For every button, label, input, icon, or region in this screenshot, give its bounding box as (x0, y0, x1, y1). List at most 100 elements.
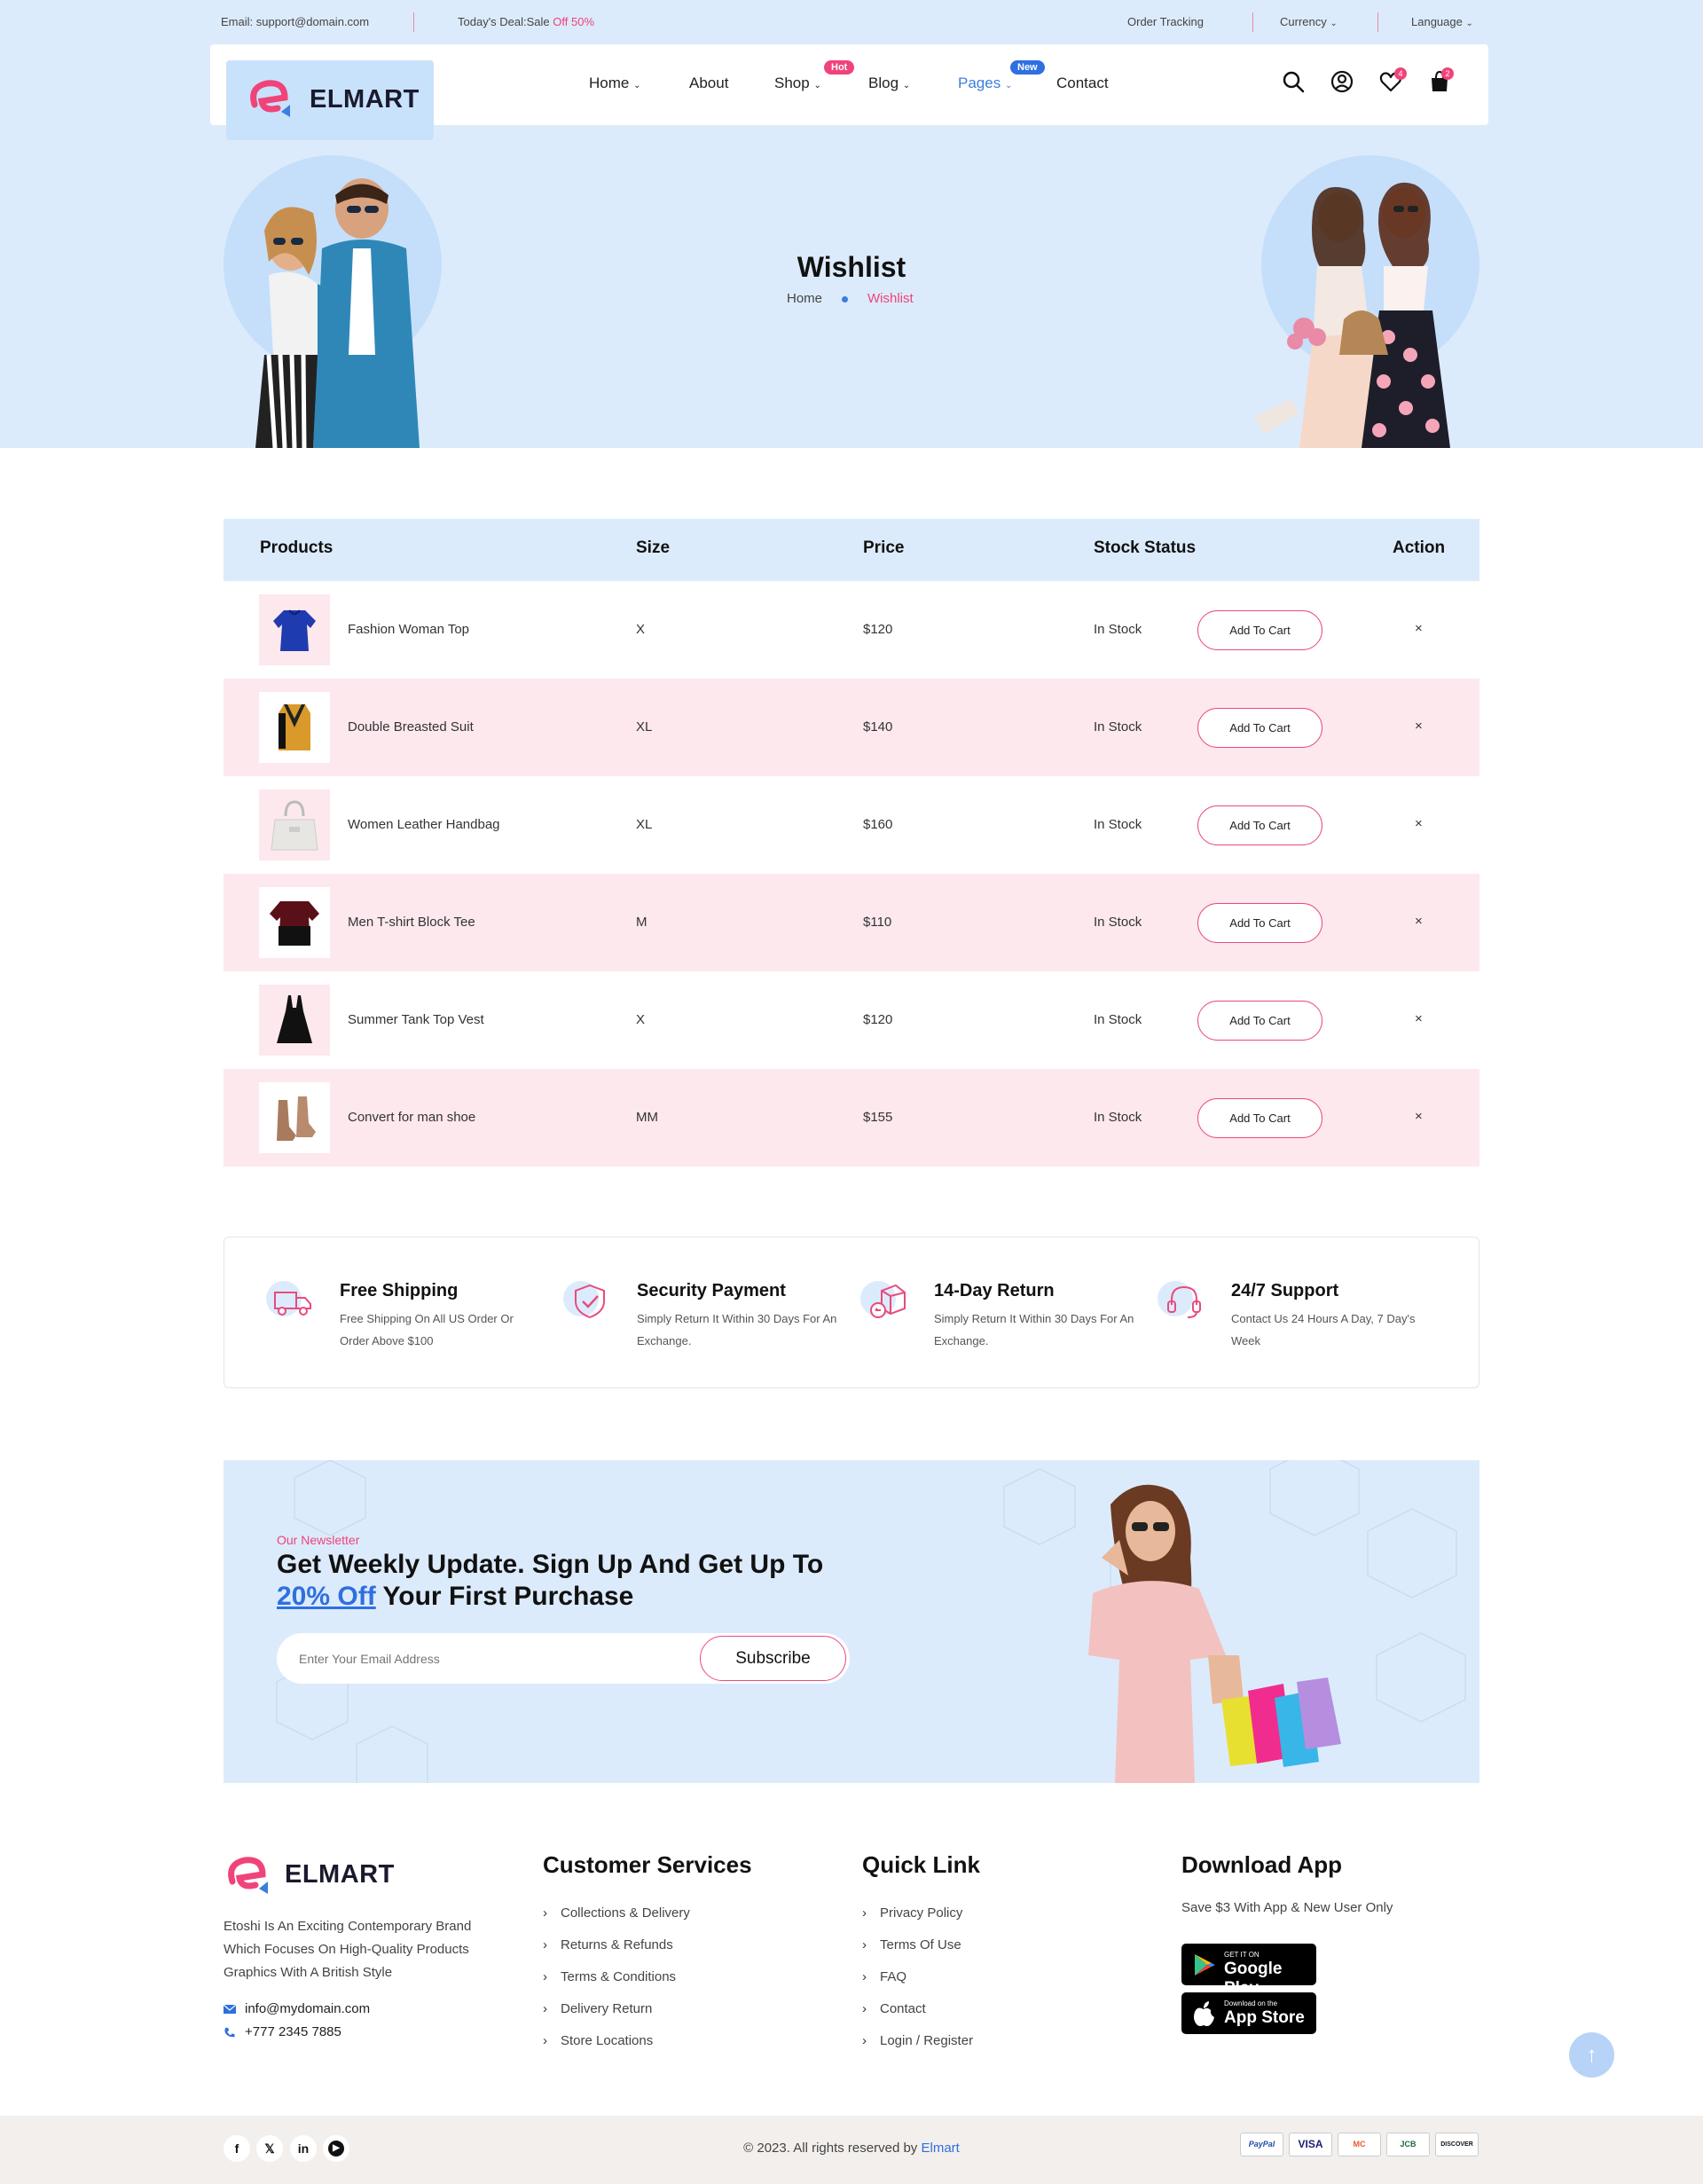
product-size: MM (636, 1110, 658, 1125)
product-price: $120 (863, 622, 893, 637)
product-thumbnail[interactable] (259, 594, 330, 665)
product-price: $120 (863, 1012, 893, 1027)
product-size: XL (636, 719, 653, 735)
customer-services-heading: Customer Services (543, 1851, 752, 1878)
feature-desc: Contact Us 24 Hours A Day, 7 Day's Week (1231, 1312, 1416, 1347)
product-name[interactable]: Convert for man shoe (348, 1110, 475, 1125)
nav-contact[interactable]: Contact (1056, 75, 1109, 92)
user-icon[interactable] (1330, 69, 1354, 94)
nav-blog[interactable]: Blog ⌄ (868, 75, 910, 92)
product-thumbnail[interactable] (259, 1082, 330, 1153)
product-thumbnail[interactable] (259, 790, 330, 860)
nav-about[interactable]: About (689, 75, 728, 92)
col-action: Action (1393, 538, 1446, 557)
stock-status: In Stock (1094, 915, 1142, 930)
add-to-cart-button[interactable]: Add To Cart (1197, 708, 1322, 748)
page-title: Wishlist (797, 251, 906, 283)
product-price: $140 (863, 719, 893, 735)
footer-link-privacy[interactable]: › Privacy Policy (862, 1905, 962, 1921)
footer-phone[interactable]: +777 2345 7885 (224, 2024, 341, 2039)
truck-icon (274, 1292, 311, 1316)
footer-link-returns[interactable]: › Returns & Refunds (543, 1937, 673, 1952)
hero-couple-image (255, 178, 420, 448)
add-to-cart-button[interactable]: Add To Cart (1197, 805, 1322, 845)
footer-link-terms-of-use[interactable]: › Terms Of Use (862, 1937, 961, 1952)
chevron-down-icon: ⌄ (902, 81, 911, 90)
app-store-button[interactable]: Download on the App Store (1181, 1992, 1316, 2034)
hot-badge: Hot (824, 60, 855, 75)
footer-link-contact[interactable]: › Contact (862, 2001, 926, 2016)
product-name[interactable]: Double Breasted Suit (348, 719, 474, 735)
product-thumbnail[interactable] (259, 692, 330, 763)
scroll-to-top-button[interactable]: ↑ (1569, 2032, 1614, 2078)
nav-home[interactable]: Home ⌄ (589, 75, 640, 92)
footer-about: Etoshi Is An Exciting Contemporary Brand… (224, 1919, 472, 1980)
mastercard-icon: MC (1338, 2133, 1381, 2157)
quick-link-heading: Quick Link (862, 1851, 980, 1878)
divider (413, 12, 414, 32)
stock-status: In Stock (1094, 622, 1142, 637)
chevron-right-icon: › (862, 1969, 867, 1984)
footer-link-delivery-return[interactable]: › Delivery Return (543, 2001, 652, 2016)
add-to-cart-button[interactable]: Add To Cart (1197, 1098, 1322, 1138)
currency-dropdown[interactable]: Currency ⌄ (1280, 15, 1338, 28)
order-tracking-link[interactable]: Order Tracking (1127, 15, 1204, 28)
product-name[interactable]: Men T-shirt Block Tee (348, 915, 475, 930)
phone-icon (224, 2027, 235, 2037)
search-icon[interactable] (1281, 69, 1306, 94)
footer-link-store-locations[interactable]: › Store Locations (543, 2033, 653, 2048)
language-dropdown[interactable]: Language ⌄ (1411, 15, 1473, 28)
nav-pages[interactable]: Pages ⌄ (958, 75, 1012, 92)
visa-icon: VISA (1289, 2133, 1332, 2157)
footer-link-faq[interactable]: › FAQ (862, 1969, 906, 1984)
product-thumbnail[interactable] (259, 887, 330, 958)
remove-icon[interactable]: × (1415, 816, 1423, 831)
footer-logo-text[interactable]: ELMART (285, 1860, 395, 1889)
feature-title: 14-Day Return (934, 1281, 1055, 1300)
feature-title: Free Shipping (340, 1281, 459, 1300)
handbag-image (271, 800, 318, 851)
breadcrumb-home[interactable]: Home (787, 291, 822, 306)
jcb-icon: JCB (1386, 2133, 1430, 2157)
tank-top-image (277, 995, 312, 1043)
wishlist-table-header (224, 519, 1479, 581)
headset-icon (1167, 1285, 1201, 1318)
copyright-brand-link[interactable]: Elmart (921, 2141, 959, 2156)
product-thumbnail[interactable] (259, 985, 330, 1056)
table-row: Convert for man shoe MM $155 In Stock Ad… (224, 1069, 1479, 1167)
chevron-right-icon: › (862, 2033, 867, 2048)
product-name[interactable]: Women Leather Handbag (348, 817, 500, 832)
product-price: $160 (863, 817, 893, 832)
footer-link-collections[interactable]: › Collections & Delivery (543, 1905, 690, 1921)
nav-shop[interactable]: Shop ⌄ (774, 75, 821, 92)
subscribe-button[interactable]: Subscribe (700, 1636, 846, 1681)
google-play-icon (1195, 1954, 1215, 1976)
table-row: Women Leather Handbag XL $160 In Stock A… (224, 776, 1479, 874)
discover-icon: DISCOVER (1435, 2133, 1479, 2157)
product-price: $110 (863, 915, 892, 930)
divider (1252, 12, 1253, 32)
stock-status: In Stock (1094, 719, 1142, 735)
top-bar: Email: support@domain.com Today's Deal:S… (0, 0, 1703, 44)
product-name[interactable]: Fashion Woman Top (348, 622, 469, 637)
remove-icon[interactable]: × (1415, 914, 1423, 929)
newsletter-eyebrow: Our Newsletter (277, 1533, 360, 1547)
col-price: Price (863, 538, 905, 557)
remove-icon[interactable]: × (1415, 621, 1423, 636)
logo-block[interactable]: ELMART (226, 60, 434, 140)
support-email[interactable]: Email: support@domain.com (221, 15, 369, 28)
wishlist-count-badge: 4 (1394, 67, 1407, 80)
remove-icon[interactable]: × (1415, 719, 1423, 734)
add-to-cart-button[interactable]: Add To Cart (1197, 610, 1322, 650)
google-play-button[interactable]: GET IT ON Google Play (1181, 1944, 1316, 1998)
footer-email[interactable]: info@mydomain.com (224, 2001, 370, 2016)
footer-link-terms[interactable]: › Terms & Conditions (543, 1969, 676, 1984)
remove-icon[interactable]: × (1415, 1109, 1423, 1124)
remove-icon[interactable]: × (1415, 1011, 1423, 1026)
footer-link-login[interactable]: › Login / Register (862, 2033, 973, 2048)
chevron-right-icon: › (862, 1937, 867, 1952)
add-to-cart-button[interactable]: Add To Cart (1197, 1001, 1322, 1041)
logo-text: ELMART (310, 85, 420, 114)
add-to-cart-button[interactable]: Add To Cart (1197, 903, 1322, 943)
product-name[interactable]: Summer Tank Top Vest (348, 1012, 484, 1027)
